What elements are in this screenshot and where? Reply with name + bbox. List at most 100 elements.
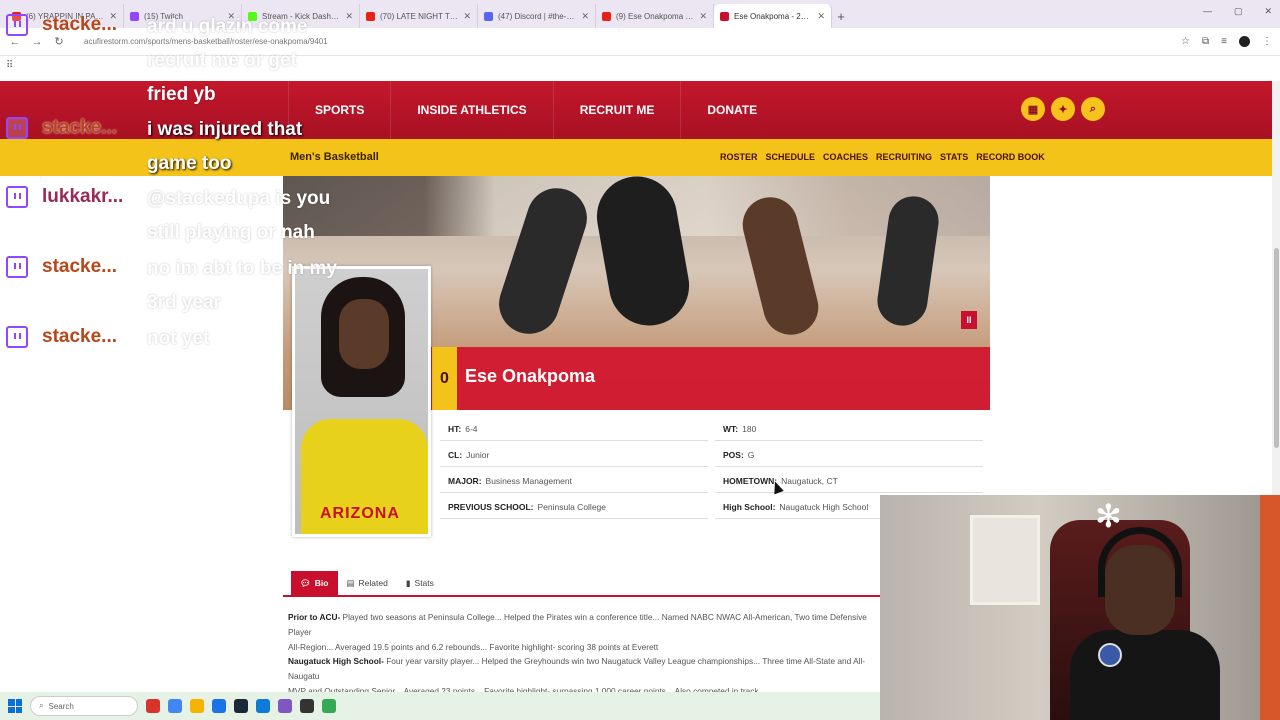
- steam-icon[interactable]: [234, 699, 248, 713]
- chat-text: not yet: [147, 328, 210, 349]
- obs-icon[interactable]: [300, 699, 314, 713]
- shirt-logo: [1098, 643, 1122, 667]
- taskbar-search[interactable]: ⌕ Search: [30, 696, 138, 716]
- app-icon[interactable]: [212, 699, 226, 713]
- chat-text: ard u glazin come recruit me or get frie…: [147, 16, 308, 105]
- tab-related[interactable]: ▤ Related: [338, 571, 397, 595]
- close-icon[interactable]: ✕: [817, 11, 825, 22]
- pause-video-button[interactable]: II: [961, 311, 977, 329]
- app-icon[interactable]: [278, 699, 292, 713]
- subnav-stats[interactable]: STATS: [940, 152, 968, 162]
- divider: [440, 440, 708, 441]
- back-icon[interactable]: ←: [8, 36, 22, 48]
- tab-stats[interactable]: ▮ Stats: [397, 571, 443, 595]
- nav-recruit-me[interactable]: RECRUIT ME: [552, 81, 681, 139]
- app-icon[interactable]: [146, 699, 160, 713]
- maximize-icon[interactable]: ▢: [1234, 6, 1243, 17]
- close-icon[interactable]: ✕: [581, 11, 589, 22]
- search-icon: ⌕: [39, 701, 44, 710]
- headshot-jersey-text: ARIZONA: [320, 505, 400, 522]
- subnav-recruiting[interactable]: RECRUITING: [876, 152, 932, 162]
- chat-username: lukkakr...: [42, 186, 124, 207]
- nav-donate[interactable]: DONATE: [680, 81, 783, 139]
- chrome-icon[interactable]: [322, 699, 336, 713]
- chat-username: stacke...: [42, 326, 117, 347]
- chat-text: no im abt to be in my 3rd year: [147, 258, 338, 313]
- browser-tab[interactable]: (47) Discord | #the-astronomi✕: [478, 4, 596, 28]
- twitch-icon: [6, 117, 28, 139]
- site-favicon-icon: [720, 11, 729, 21]
- divider: [715, 518, 880, 519]
- chat-message: stacke...: [6, 326, 117, 348]
- twitch-icon: [6, 326, 28, 348]
- forward-icon[interactable]: →: [30, 36, 44, 48]
- bio-paragraph: Prior to ACU- Played two seasons at Peni…: [288, 612, 867, 652]
- chrome-icon[interactable]: [168, 699, 182, 713]
- subnav-record-book[interactable]: RECORD BOOK: [976, 152, 1045, 162]
- youtube-icon: [366, 11, 375, 21]
- windows-start-icon[interactable]: [8, 699, 22, 713]
- chat-text: @stackedupa is you still playing or nah: [147, 188, 331, 243]
- twitch-icon: [6, 14, 28, 36]
- divider: [440, 492, 708, 493]
- webcam-overlay: ✻: [880, 495, 1280, 720]
- menu-list-icon[interactable]: ≡: [1221, 36, 1227, 47]
- twitch-icon: [6, 256, 28, 278]
- twitch-icon: [6, 186, 28, 208]
- chat-text: i was injured that game too: [147, 119, 303, 174]
- vital-high-school: High School: Naugatuck High School: [723, 502, 869, 512]
- twitch-icon: [130, 11, 139, 21]
- close-icon[interactable]: ✕: [463, 11, 471, 22]
- content-tabs: 💬︎ Bio ▤ Related ▮ Stats: [291, 571, 443, 595]
- tab-bio[interactable]: 💬︎ Bio: [291, 571, 338, 595]
- close-icon[interactable]: ✕: [699, 11, 707, 22]
- vital-height: HT: 6-4: [448, 424, 478, 434]
- apps-grid-icon[interactable]: ⠿: [6, 60, 13, 71]
- chat-message: stacke...: [6, 256, 117, 278]
- new-tab-button[interactable]: +: [832, 4, 850, 28]
- extensions-icon[interactable]: ⧉: [1202, 36, 1209, 47]
- chat-username: stacke...: [42, 117, 117, 138]
- search-icon[interactable]: ⌕: [1081, 97, 1105, 121]
- bar-chart-icon: ▮: [405, 577, 411, 588]
- window-controls: — ▢ ✕: [1203, 6, 1272, 17]
- reload-icon[interactable]: ↻: [52, 35, 66, 48]
- avatar[interactable]: [1239, 36, 1250, 47]
- subnav-roster[interactable]: ROSTER: [720, 152, 758, 162]
- browser-tab[interactable]: (70) LATE NIGHT TYPE VIBBE✕: [360, 4, 478, 28]
- chat-message: stacke...: [6, 14, 117, 36]
- vital-major: MAJOR: Business Management: [448, 476, 572, 486]
- divider: [715, 492, 983, 493]
- minimize-icon[interactable]: —: [1203, 6, 1212, 17]
- vital-weight: WT: 180: [723, 424, 757, 434]
- close-window-icon[interactable]: ✕: [1264, 6, 1272, 17]
- speech-bubble-icon: 💬︎: [300, 577, 311, 588]
- scrollbar-thumb[interactable]: [1274, 248, 1279, 448]
- discord-icon: [484, 11, 493, 21]
- vital-position: POS: G: [723, 450, 755, 460]
- browser-tab-active[interactable]: Ese Onakpoma - 2024-25 - Me✕: [714, 4, 832, 28]
- divider: [715, 440, 983, 441]
- nav-inside-athletics[interactable]: INSIDE ATHLETICS: [390, 81, 552, 139]
- edge-icon[interactable]: [256, 699, 270, 713]
- divider: [440, 518, 708, 519]
- more-menu-icon[interactable]: ⋮: [1262, 36, 1272, 47]
- jersey-number: 0: [432, 347, 457, 410]
- chat-username: stacke...: [42, 256, 117, 277]
- calendar-icon[interactable]: ▦: [1021, 97, 1045, 121]
- subnav-schedule[interactable]: SCHEDULE: [766, 152, 816, 162]
- bookmark-star-icon[interactable]: ☆: [1181, 36, 1190, 47]
- tabs-underline: [283, 595, 883, 597]
- subnav-coaches[interactable]: COACHES: [823, 152, 868, 162]
- divider: [440, 466, 708, 467]
- chat-message: lukkakr...: [6, 186, 123, 208]
- vital-class: CL: Junior: [448, 450, 490, 460]
- list-icon: ▤: [346, 577, 355, 588]
- main-nav: SPORTS INSIDE ATHLETICS RECRUIT ME DONAT…: [288, 81, 783, 139]
- app-icon[interactable]: [190, 699, 204, 713]
- ticket-icon[interactable]: ✦: [1051, 97, 1075, 121]
- windows-taskbar: ⌕ Search: [0, 692, 880, 720]
- divider: [715, 466, 983, 467]
- close-icon[interactable]: ✕: [345, 11, 353, 22]
- browser-tab[interactable]: (9) Ese Onakpoma basketball✕: [596, 4, 714, 28]
